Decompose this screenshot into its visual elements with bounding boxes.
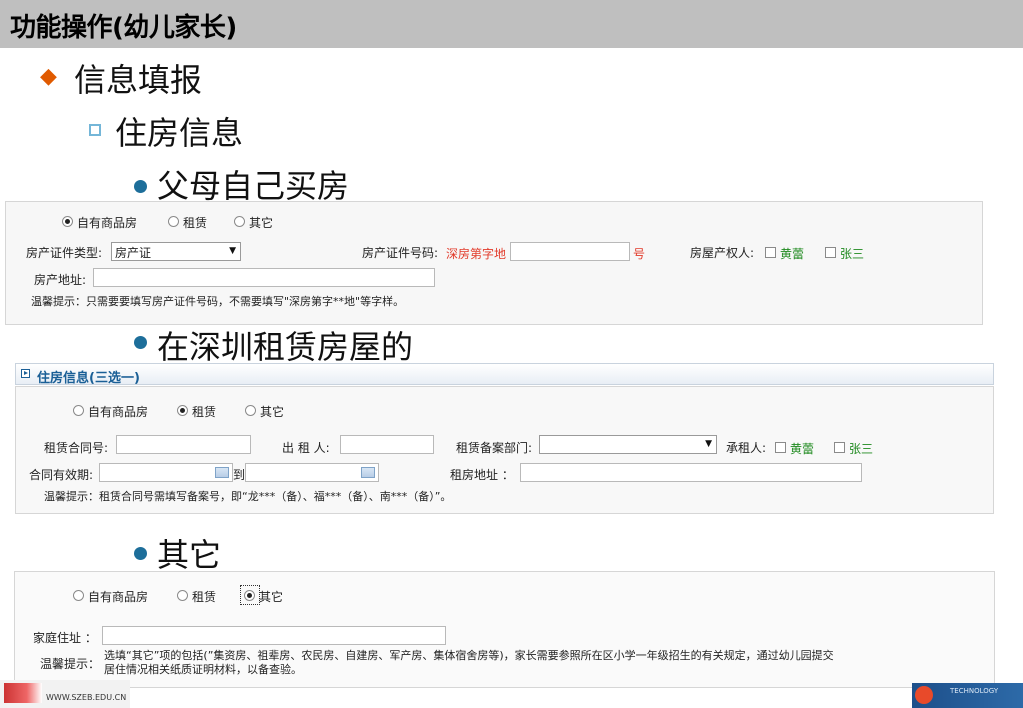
square-bullet-icon	[89, 124, 101, 136]
other-tip-label: 温馨提示：	[40, 657, 101, 671]
rent-address-input[interactable]	[520, 463, 862, 482]
lessor-label: 出 租 人:	[282, 441, 330, 455]
bullet-other: 其它	[157, 536, 222, 574]
contract-no-label: 租赁合同号:	[44, 441, 109, 455]
szeb-logo-icon	[4, 683, 42, 703]
owner-label: 房屋产权人:	[690, 246, 755, 260]
cert-type-label: 房产证件类型:	[26, 246, 103, 260]
section-title-housing: 住房信息(三选一)	[37, 371, 140, 386]
bullet-level1: 信息填报	[74, 61, 203, 99]
dot-bullet-icon	[134, 547, 147, 560]
radio-other[interactable]	[244, 590, 255, 601]
owner-checkbox-2[interactable]	[825, 247, 836, 258]
radio-own-house[interactable]	[73, 405, 84, 416]
radio-own-house-label: 自有商品房	[77, 216, 138, 230]
tenant-name-2: 张三	[849, 442, 874, 456]
radio-other-label: 其它	[260, 405, 285, 419]
valid-to-input[interactable]	[245, 463, 379, 482]
footer-url: WWW.SZEB.EDU.CN	[46, 693, 127, 702]
tenant-checkbox-1[interactable]	[775, 442, 786, 453]
diamond-bullet-icon: ◆	[40, 64, 57, 89]
cert-no-input[interactable]	[510, 242, 630, 261]
expand-icon[interactable]	[21, 369, 30, 378]
filing-dept-label: 租赁备案部门:	[456, 441, 533, 455]
rent-address-label: 租房地址 ：	[450, 468, 514, 482]
home-address-input[interactable]	[102, 626, 446, 645]
radio-rent-label: 租赁	[183, 216, 208, 230]
valid-period-label: 合同有效期:	[29, 468, 94, 482]
cert-no-suffix: 号	[633, 247, 646, 261]
calendar-icon[interactable]	[215, 467, 229, 478]
slide-title: 功能操作(幼儿家长)	[10, 13, 237, 43]
contract-no-input[interactable]	[116, 435, 251, 454]
footer-right-text: TECHNOLOGY	[950, 687, 999, 695]
owner-name-1: 黄蕾	[780, 247, 805, 261]
footer-left-logo: WWW.SZEB.EDU.CN	[0, 680, 130, 708]
cert-type-select[interactable]: 房产证 ▼	[111, 242, 241, 261]
radio-rent-label: 租赁	[192, 590, 217, 604]
footer-right-logo: TECHNOLOGY	[912, 683, 1023, 708]
dot-bullet-icon	[134, 336, 147, 349]
valid-from-input[interactable]	[99, 463, 233, 482]
radio-own-house[interactable]	[62, 216, 73, 227]
address-input[interactable]	[93, 268, 435, 287]
calendar-icon[interactable]	[361, 467, 375, 478]
dot-bullet-icon	[134, 180, 147, 193]
owner-name-2: 张三	[840, 247, 865, 261]
radio-other[interactable]	[234, 216, 245, 227]
cert-no-prefix: 深房第字地	[446, 247, 507, 261]
radio-other-label: 其它	[249, 216, 274, 230]
address-label: 房产地址:	[34, 273, 87, 287]
cert-no-label: 房产证件号码:	[362, 246, 439, 260]
tenant-checkbox-2[interactable]	[834, 442, 845, 453]
filing-dept-select[interactable]: ▼	[539, 435, 717, 454]
lessor-input[interactable]	[340, 435, 434, 454]
chevron-down-icon: ▼	[229, 246, 236, 256]
radio-own-house-label: 自有商品房	[88, 590, 149, 604]
globe-icon	[915, 686, 933, 704]
chevron-down-icon: ▼	[705, 439, 712, 449]
rent-tip: 温馨提示：租赁合同号需填写备案号，即“龙***（备）、福***（备）、南***（…	[44, 490, 452, 503]
radio-other-label: 其它	[259, 590, 284, 604]
radio-other[interactable]	[245, 405, 256, 416]
other-tip-line2: 居住情况相关纸质证明材料，以备查验。	[104, 663, 302, 676]
tenant-label: 承租人:	[726, 441, 767, 455]
bullet-level2: 住房信息	[115, 114, 244, 152]
radio-own-house[interactable]	[73, 590, 84, 601]
home-address-label: 家庭住址 ：	[33, 631, 97, 645]
tenant-name-1: 黄蕾	[790, 442, 815, 456]
owner-checkbox-1[interactable]	[765, 247, 776, 258]
radio-rent[interactable]	[168, 216, 179, 227]
radio-own-house-label: 自有商品房	[88, 405, 149, 419]
section-bar-housing	[15, 363, 994, 385]
radio-rent-label: 租赁	[192, 405, 217, 419]
buy-tip: 温馨提示：只需要要填写房产证件号码，不需要填写"深房第字**地"等字样。	[31, 295, 405, 308]
bullet-rent: 在深圳租赁房屋的	[157, 328, 414, 366]
radio-rent[interactable]	[177, 590, 188, 601]
to-label: 到	[233, 468, 246, 482]
radio-rent[interactable]	[177, 405, 188, 416]
cert-type-value: 房产证	[115, 246, 152, 260]
